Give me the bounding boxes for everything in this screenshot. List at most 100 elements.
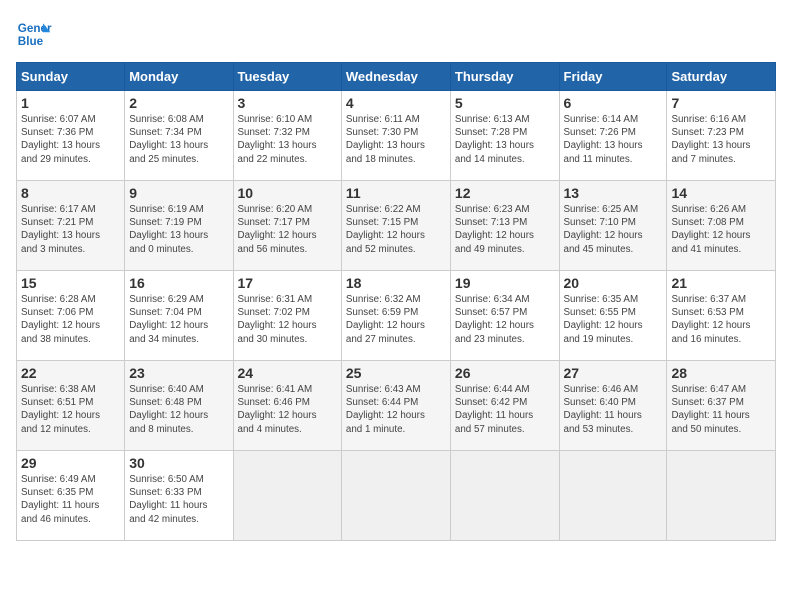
day-number: 9	[129, 185, 228, 201]
calendar-cell	[559, 451, 667, 541]
calendar-row: 22 Sunrise: 6:38 AM Sunset: 6:51 PM Dayli…	[17, 361, 776, 451]
day-info: Sunrise: 6:11 AM Sunset: 7:30 PM Dayligh…	[346, 113, 446, 166]
calendar-cell: 9 Sunrise: 6:19 AM Sunset: 7:19 PM Daylig…	[125, 181, 233, 271]
day-number: 5	[455, 95, 555, 111]
day-info: Sunrise: 6:31 AM Sunset: 7:02 PM Dayligh…	[238, 293, 337, 346]
day-info: Sunrise: 6:50 AM Sunset: 6:33 PM Dayligh…	[129, 473, 228, 526]
day-number: 18	[346, 275, 446, 291]
day-number: 19	[455, 275, 555, 291]
calendar-cell: 15 Sunrise: 6:28 AM Sunset: 7:06 PM Dayli…	[17, 271, 125, 361]
day-number: 7	[671, 95, 771, 111]
calendar-cell: 26Sunrise: 6:44 AM Sunset: 6:42 PM Dayli…	[450, 361, 559, 451]
day-number: 11	[346, 185, 446, 201]
calendar-cell: 19 Sunrise: 6:34 AM Sunset: 6:57 PM Dayli…	[450, 271, 559, 361]
calendar-cell: 27 Sunrise: 6:46 AM Sunset: 6:40 PM Dayli…	[559, 361, 667, 451]
calendar-cell: 21 Sunrise: 6:37 AM Sunset: 6:53 PM Dayli…	[667, 271, 776, 361]
logo: General Blue	[16, 16, 56, 52]
day-info: Sunrise: 6:34 AM Sunset: 6:57 PM Dayligh…	[455, 293, 555, 346]
day-number: 28	[671, 365, 771, 381]
day-info: Sunrise: 6:16 AM Sunset: 7:23 PM Dayligh…	[671, 113, 771, 166]
day-number: 15	[21, 275, 120, 291]
day-info: Sunrise: 6:40 AM Sunset: 6:48 PM Dayligh…	[129, 383, 228, 436]
weekday-header: Monday	[125, 63, 233, 91]
calendar-cell: 7 Sunrise: 6:16 AM Sunset: 7:23 PM Daylig…	[667, 91, 776, 181]
day-info: Sunrise: 6:37 AM Sunset: 6:53 PM Dayligh…	[671, 293, 771, 346]
day-info: Sunrise: 6:46 AM Sunset: 6:40 PM Dayligh…	[564, 383, 663, 436]
calendar-cell: 22 Sunrise: 6:38 AM Sunset: 6:51 PM Dayli…	[17, 361, 125, 451]
calendar-cell: 30 Sunrise: 6:50 AM Sunset: 6:33 PM Dayli…	[125, 451, 233, 541]
day-info: Sunrise: 6:41 AM Sunset: 6:46 PM Dayligh…	[238, 383, 337, 436]
day-number: 25	[346, 365, 446, 381]
day-info: Sunrise: 6:32 AM Sunset: 6:59 PM Dayligh…	[346, 293, 446, 346]
day-number: 14	[671, 185, 771, 201]
calendar-cell: 25 Sunrise: 6:43 AM Sunset: 6:44 PM Dayli…	[341, 361, 450, 451]
calendar-cell: 13 Sunrise: 6:25 AM Sunset: 7:10 PM Dayli…	[559, 181, 667, 271]
day-info: Sunrise: 6:35 AM Sunset: 6:55 PM Dayligh…	[564, 293, 663, 346]
day-info: Sunrise: 6:14 AM Sunset: 7:26 PM Dayligh…	[564, 113, 663, 166]
day-info: Sunrise: 6:19 AM Sunset: 7:19 PM Dayligh…	[129, 203, 228, 256]
svg-text:Blue: Blue	[18, 35, 44, 48]
calendar-row: 29 Sunrise: 6:49 AM Sunset: 6:35 PM Dayli…	[17, 451, 776, 541]
weekday-header: Tuesday	[233, 63, 341, 91]
calendar-cell: 11 Sunrise: 6:22 AM Sunset: 7:15 PM Dayli…	[341, 181, 450, 271]
day-info: Sunrise: 6:43 AM Sunset: 6:44 PM Dayligh…	[346, 383, 446, 436]
weekday-header: Wednesday	[341, 63, 450, 91]
day-number: 1	[21, 95, 120, 111]
calendar-cell: 6 Sunrise: 6:14 AM Sunset: 7:26 PM Daylig…	[559, 91, 667, 181]
day-number: 29	[21, 455, 120, 471]
day-number: 3	[238, 95, 337, 111]
day-info: Sunrise: 6:22 AM Sunset: 7:15 PM Dayligh…	[346, 203, 446, 256]
calendar-cell: 5 Sunrise: 6:13 AM Sunset: 7:28 PM Daylig…	[450, 91, 559, 181]
calendar-cell: 12Sunrise: 6:23 AM Sunset: 7:13 PM Dayli…	[450, 181, 559, 271]
calendar-cell	[341, 451, 450, 541]
day-number: 10	[238, 185, 337, 201]
weekday-header-row: SundayMondayTuesdayWednesdayThursdayFrid…	[17, 63, 776, 91]
day-number: 21	[671, 275, 771, 291]
calendar-cell: 16 Sunrise: 6:29 AM Sunset: 7:04 PM Dayli…	[125, 271, 233, 361]
calendar-cell: 10 Sunrise: 6:20 AM Sunset: 7:17 PM Dayli…	[233, 181, 341, 271]
page-header: General Blue	[16, 16, 776, 52]
day-number: 16	[129, 275, 228, 291]
day-number: 22	[21, 365, 120, 381]
calendar-cell: 1 Sunrise: 6:07 AM Sunset: 7:36 PM Daylig…	[17, 91, 125, 181]
day-info: Sunrise: 6:13 AM Sunset: 7:28 PM Dayligh…	[455, 113, 555, 166]
calendar-row: 1 Sunrise: 6:07 AM Sunset: 7:36 PM Daylig…	[17, 91, 776, 181]
calendar-cell: 2Sunrise: 6:08 AM Sunset: 7:34 PM Daylig…	[125, 91, 233, 181]
calendar-cell	[450, 451, 559, 541]
calendar-cell: 14 Sunrise: 6:26 AM Sunset: 7:08 PM Dayli…	[667, 181, 776, 271]
calendar-row: 15 Sunrise: 6:28 AM Sunset: 7:06 PM Dayli…	[17, 271, 776, 361]
calendar-cell: 4Sunrise: 6:11 AM Sunset: 7:30 PM Daylig…	[341, 91, 450, 181]
day-info: Sunrise: 6:17 AM Sunset: 7:21 PM Dayligh…	[21, 203, 120, 256]
day-number: 2	[129, 95, 228, 111]
day-number: 12	[455, 185, 555, 201]
day-number: 6	[564, 95, 663, 111]
day-info: Sunrise: 6:49 AM Sunset: 6:35 PM Dayligh…	[21, 473, 120, 526]
day-number: 27	[564, 365, 663, 381]
day-number: 17	[238, 275, 337, 291]
day-info: Sunrise: 6:38 AM Sunset: 6:51 PM Dayligh…	[21, 383, 120, 436]
day-info: Sunrise: 6:10 AM Sunset: 7:32 PM Dayligh…	[238, 113, 337, 166]
calendar-table: SundayMondayTuesdayWednesdayThursdayFrid…	[16, 62, 776, 541]
day-number: 30	[129, 455, 228, 471]
weekday-header: Saturday	[667, 63, 776, 91]
day-info: Sunrise: 6:20 AM Sunset: 7:17 PM Dayligh…	[238, 203, 337, 256]
calendar-row: 8 Sunrise: 6:17 AM Sunset: 7:21 PM Daylig…	[17, 181, 776, 271]
day-info: Sunrise: 6:28 AM Sunset: 7:06 PM Dayligh…	[21, 293, 120, 346]
day-info: Sunrise: 6:29 AM Sunset: 7:04 PM Dayligh…	[129, 293, 228, 346]
day-number: 13	[564, 185, 663, 201]
weekday-header: Sunday	[17, 63, 125, 91]
calendar-cell: 8 Sunrise: 6:17 AM Sunset: 7:21 PM Daylig…	[17, 181, 125, 271]
day-info: Sunrise: 6:07 AM Sunset: 7:36 PM Dayligh…	[21, 113, 120, 166]
calendar-cell: 29 Sunrise: 6:49 AM Sunset: 6:35 PM Dayli…	[17, 451, 125, 541]
day-number: 8	[21, 185, 120, 201]
calendar-cell: 28Sunrise: 6:47 AM Sunset: 6:37 PM Dayli…	[667, 361, 776, 451]
day-number: 24	[238, 365, 337, 381]
calendar-cell: 18 Sunrise: 6:32 AM Sunset: 6:59 PM Dayli…	[341, 271, 450, 361]
calendar-cell: 23 Sunrise: 6:40 AM Sunset: 6:48 PM Dayli…	[125, 361, 233, 451]
day-info: Sunrise: 6:26 AM Sunset: 7:08 PM Dayligh…	[671, 203, 771, 256]
day-number: 23	[129, 365, 228, 381]
day-number: 26	[455, 365, 555, 381]
day-info: Sunrise: 6:25 AM Sunset: 7:10 PM Dayligh…	[564, 203, 663, 256]
calendar-cell: 17 Sunrise: 6:31 AM Sunset: 7:02 PM Dayli…	[233, 271, 341, 361]
calendar-cell: 20Sunrise: 6:35 AM Sunset: 6:55 PM Dayli…	[559, 271, 667, 361]
